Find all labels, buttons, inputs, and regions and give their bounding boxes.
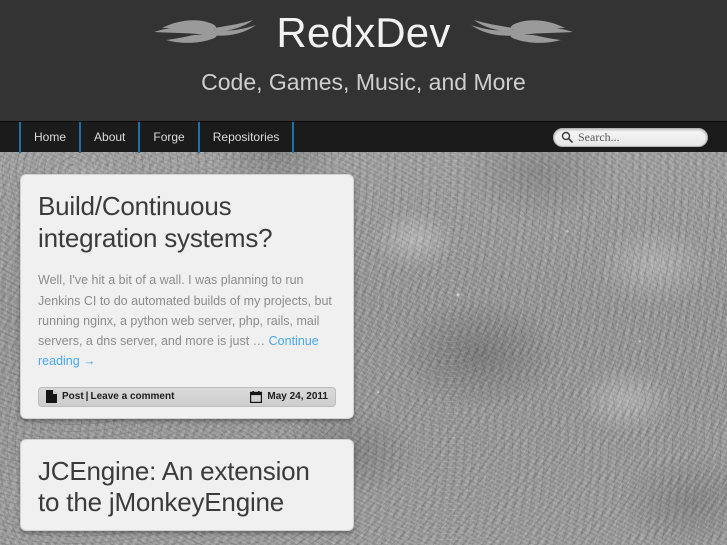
post-title[interactable]: Build/Continuous integration systems? <box>38 191 336 254</box>
main-content: Build/Continuous integration systems? We… <box>0 152 727 532</box>
search-input[interactable]: Search... <box>553 127 708 147</box>
site-title[interactable]: RedxDev <box>276 12 450 54</box>
site-header: RedxDev Code, Games, Music, and More <box>0 0 727 121</box>
page-root: RedxDev Code, Games, Music, and More Hom… <box>0 0 727 545</box>
nav-menu: Home About Forge Repositories <box>19 121 295 153</box>
leave-comment-link[interactable]: Leave a comment <box>90 391 174 402</box>
calendar-icon <box>250 390 263 403</box>
nav-item-about[interactable]: About <box>79 121 138 153</box>
post-format-label: Post <box>62 390 84 402</box>
search-placeholder: Search... <box>578 130 620 144</box>
post-meta: Post | Leave a comment May 24, 2011 <box>38 386 336 407</box>
post-date: May 24, 2011 <box>267 390 328 402</box>
post-title[interactable]: JCEngine: An extension to the jMonkeyEng… <box>38 456 336 519</box>
meta-separator: | <box>85 391 89 403</box>
nav-item-home[interactable]: Home <box>19 121 79 153</box>
post-card: Build/Continuous integration systems? We… <box>20 174 354 419</box>
post-card: JCEngine: An extension to the jMonkeyEng… <box>20 438 354 532</box>
site-title-row: RedxDev <box>0 0 727 62</box>
search-icon <box>561 131 573 143</box>
nav-item-forge[interactable]: Forge <box>138 121 197 153</box>
post-excerpt: Well, I've hit a bit of a wall. I was pl… <box>38 270 336 371</box>
flame-ornament-left-icon <box>154 20 257 43</box>
search-area: Search... <box>553 127 708 147</box>
primary-navigation: Home About Forge Repositories Search... <box>0 121 727 153</box>
nav-item-repositories[interactable]: Repositories <box>197 121 295 153</box>
site-tagline: Code, Games, Music, and More <box>201 69 526 95</box>
flame-ornament-right-icon <box>470 20 573 43</box>
document-icon <box>46 390 57 404</box>
post-meta-left: Post | Leave a comment <box>46 390 174 404</box>
post-meta-right: May 24, 2011 <box>250 390 328 403</box>
